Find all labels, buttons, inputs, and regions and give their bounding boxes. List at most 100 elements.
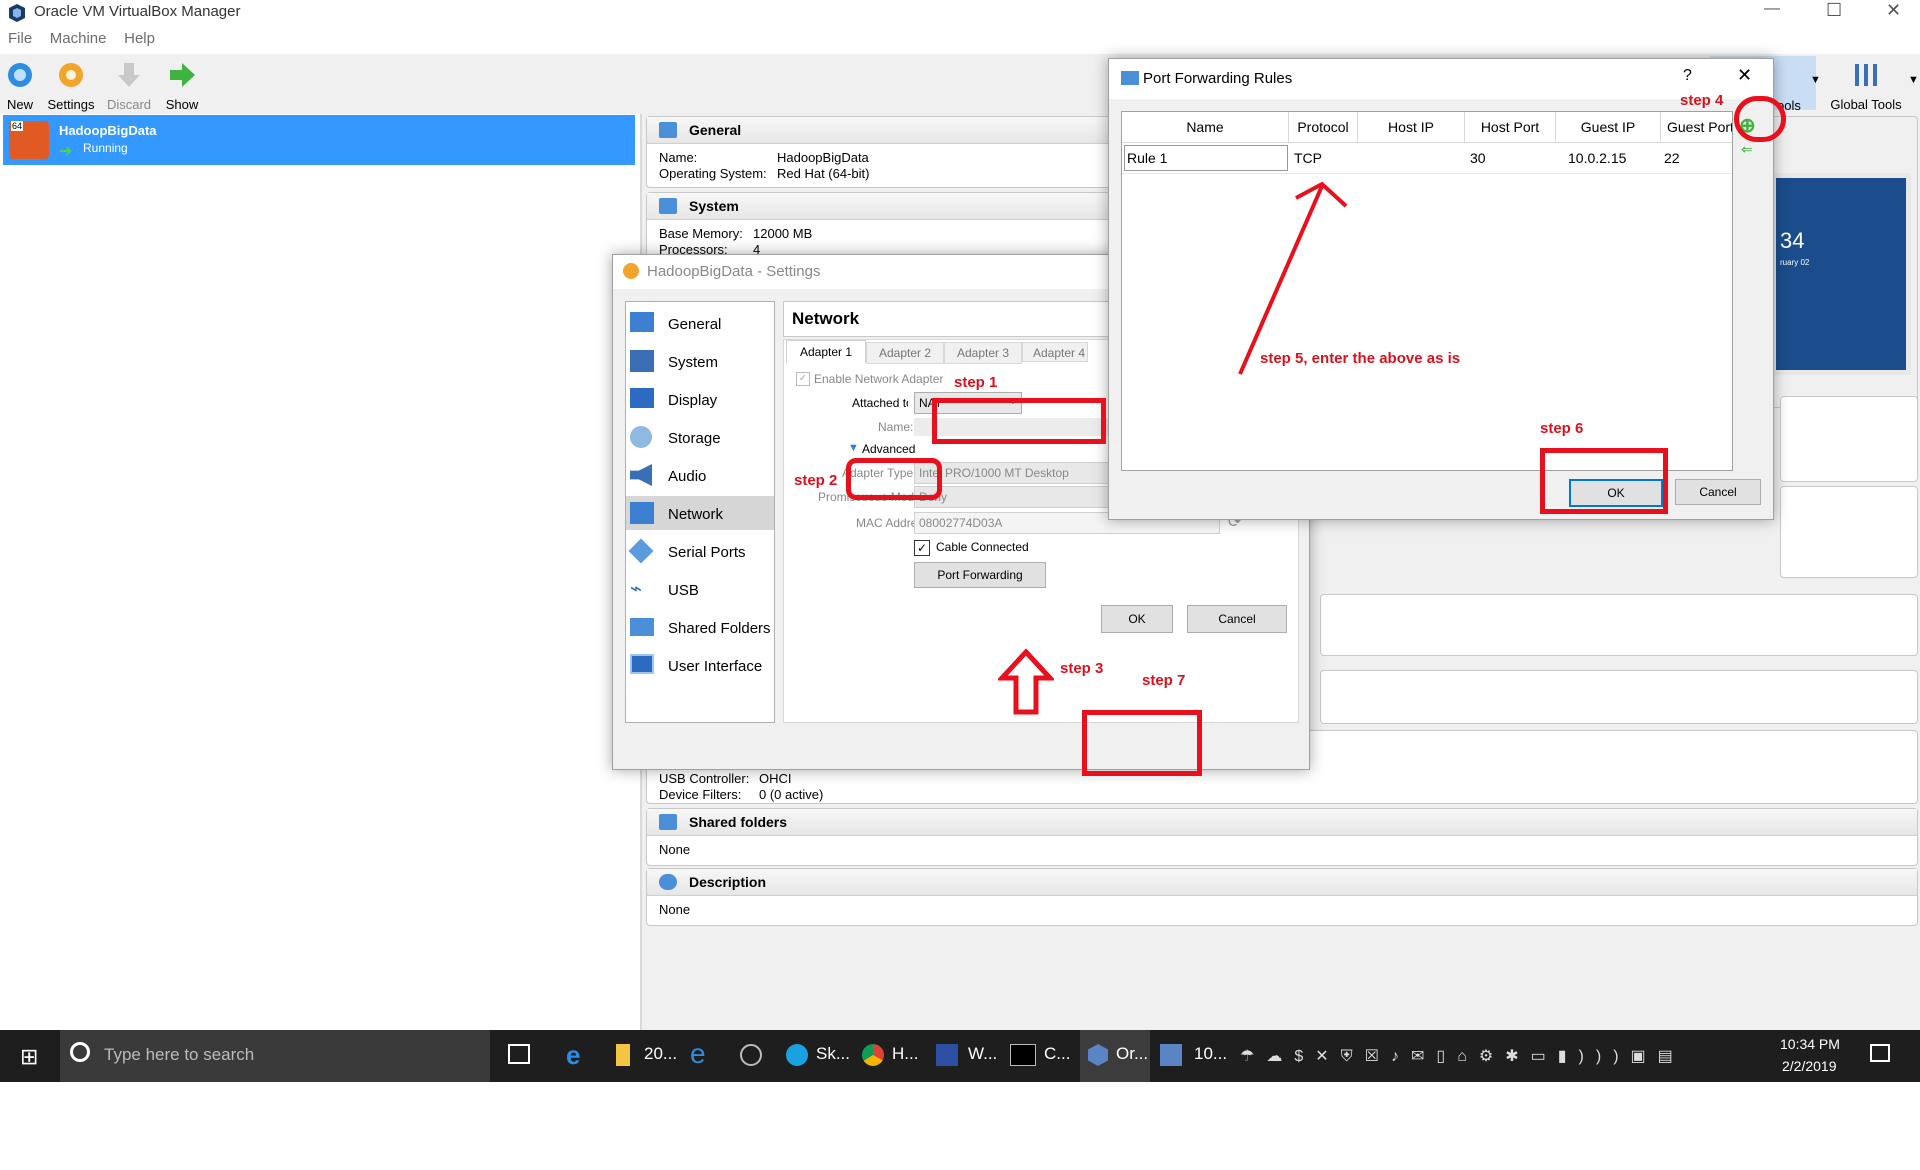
global-tools-label: Global Tools bbox=[1830, 97, 1902, 112]
nav-system[interactable]: System bbox=[626, 346, 774, 376]
chevron-down-icon[interactable]: ▼ bbox=[1810, 74, 1821, 86]
taskbar-app-virtualbox-active[interactable]: Or... bbox=[1080, 1030, 1150, 1082]
step6-highlight bbox=[1540, 448, 1668, 514]
taskbar-app-powershell[interactable]: W... bbox=[968, 1044, 997, 1064]
table-row[interactable]: Rule 1 TCP 30 10.0.2.15 22 bbox=[1122, 143, 1732, 174]
nav-storage[interactable]: Storage bbox=[626, 422, 774, 452]
file-explorer-icon[interactable] bbox=[616, 1044, 630, 1066]
window-icon bbox=[630, 654, 654, 674]
title-bar: Oracle VM VirtualBox Manager — ☐ ✕ bbox=[0, 0, 1920, 28]
expand-triangle-icon[interactable]: ▼ bbox=[848, 442, 859, 454]
usb-icon: ⌁ bbox=[630, 578, 643, 600]
menu-file[interactable]: File bbox=[8, 30, 32, 47]
os-value: Red Hat (64-bit) bbox=[777, 166, 870, 181]
edge-icon[interactable]: e bbox=[566, 1040, 580, 1071]
device-filters-value: 0 (0 active) bbox=[759, 787, 824, 802]
action-center-icon[interactable] bbox=[1870, 1044, 1890, 1062]
preview-clock: 34 bbox=[1780, 228, 1805, 253]
pf-title-bar: Port Forwarding Rules ? ✕ bbox=[1109, 59, 1773, 99]
col-guest-port[interactable]: Guest Port bbox=[1661, 112, 1732, 142]
ie-icon[interactable]: e bbox=[690, 1038, 706, 1070]
taskbar-app-explorer[interactable]: 20... bbox=[644, 1044, 677, 1064]
network-icon bbox=[1121, 71, 1139, 85]
tab-adapter-2[interactable]: Adapter 2 bbox=[866, 342, 944, 364]
network-icon bbox=[630, 502, 654, 524]
system-tray-icons[interactable]: ☂☁$✕⛨☒♪✉▯⌂⚙✱▭▮)))▣▤ bbox=[1240, 1046, 1685, 1066]
menu-help[interactable]: Help bbox=[124, 30, 155, 47]
taskbar-app-cmd[interactable]: C... bbox=[1044, 1044, 1070, 1064]
pf-cancel-button[interactable]: Cancel bbox=[1675, 479, 1761, 505]
help-button[interactable]: ? bbox=[1683, 67, 1692, 85]
nav-general[interactable]: General bbox=[626, 308, 774, 338]
cmd-icon[interactable] bbox=[1010, 1044, 1036, 1066]
page-title: Network bbox=[792, 309, 860, 328]
cell-guest-ip[interactable]: 10.0.2.15 bbox=[1568, 143, 1626, 173]
settings-button[interactable]: Settings bbox=[46, 60, 96, 112]
menu-machine[interactable]: Machine bbox=[50, 30, 107, 47]
clock-time[interactable]: 10:34 PM bbox=[1780, 1036, 1840, 1052]
cell-name[interactable]: Rule 1 bbox=[1124, 145, 1288, 171]
col-protocol[interactable]: Protocol bbox=[1289, 112, 1358, 142]
step4-label: step 4 bbox=[1680, 92, 1724, 109]
step2-highlight bbox=[846, 458, 942, 500]
new-button[interactable]: New bbox=[4, 60, 36, 112]
skype-icon[interactable] bbox=[786, 1044, 808, 1066]
serial-port-icon bbox=[628, 538, 654, 564]
network-section-partial bbox=[1320, 670, 1918, 724]
search-box[interactable]: Type here to search bbox=[60, 1030, 490, 1082]
close-button[interactable]: ✕ bbox=[1737, 65, 1752, 86]
task-view-icon[interactable] bbox=[508, 1044, 530, 1064]
nav-shared-folders[interactable]: Shared Folders bbox=[626, 612, 774, 642]
clock-date[interactable]: 2/2/2019 bbox=[1782, 1058, 1837, 1074]
disc-icon bbox=[630, 426, 652, 448]
nav-usb[interactable]: ⌁ USB bbox=[626, 574, 774, 604]
show-button[interactable]: Show bbox=[162, 60, 202, 112]
minimize-button[interactable]: — bbox=[1764, 0, 1780, 18]
step2-label: step 2 bbox=[794, 472, 838, 489]
virtualbox-icon bbox=[1088, 1044, 1108, 1066]
port-forwarding-button[interactable]: Port Forwarding bbox=[914, 562, 1046, 588]
remove-rule-icon[interactable]: ⇐ bbox=[1741, 141, 1753, 158]
global-tools-icon bbox=[1855, 64, 1877, 86]
nav-serial-ports[interactable]: Serial Ports bbox=[626, 536, 774, 566]
cable-connected-checkbox[interactable]: ✓ bbox=[914, 540, 930, 556]
taskbar-app-network[interactable]: 10... bbox=[1194, 1044, 1227, 1064]
enable-adapter-checkbox[interactable]: ✓ bbox=[796, 372, 810, 386]
col-name[interactable]: Name bbox=[1122, 112, 1289, 142]
shared-folders-header[interactable]: Shared folders bbox=[647, 809, 1917, 836]
nav-network[interactable]: Network bbox=[626, 496, 774, 530]
windows-start-icon[interactable]: ⊞ bbox=[20, 1044, 38, 1070]
taskbar-app-skype[interactable]: Sk... bbox=[816, 1044, 850, 1064]
global-tools-button[interactable]: Global Tools bbox=[1826, 60, 1906, 112]
powershell-icon[interactable] bbox=[936, 1044, 958, 1066]
nav-audio[interactable]: Audio bbox=[626, 460, 774, 490]
description-header[interactable]: Description bbox=[647, 869, 1917, 896]
nav-display[interactable]: Display bbox=[626, 384, 774, 414]
cortana-icon[interactable] bbox=[740, 1044, 762, 1066]
vm-list-item[interactable]: 64 HadoopBigData ➜ Running bbox=[3, 115, 635, 165]
tab-adapter-3[interactable]: Adapter 3 bbox=[944, 342, 1022, 364]
close-button[interactable]: ✕ bbox=[1886, 0, 1901, 21]
cell-guest-port[interactable]: 22 bbox=[1664, 143, 1680, 173]
maximize-button[interactable]: ☐ bbox=[1826, 0, 1842, 21]
chrome-icon[interactable] bbox=[862, 1044, 884, 1066]
cell-host-port[interactable]: 30 bbox=[1470, 143, 1486, 173]
discard-button[interactable]: Discard bbox=[104, 60, 154, 112]
arch-badge: 64 bbox=[11, 121, 24, 131]
settings-ok-button[interactable]: OK bbox=[1101, 605, 1173, 633]
settings-cancel-button[interactable]: Cancel bbox=[1187, 605, 1287, 633]
advanced-toggle[interactable]: Advanced bbox=[862, 442, 915, 456]
col-host-ip[interactable]: Host IP bbox=[1358, 112, 1465, 142]
network-window-icon[interactable] bbox=[1160, 1044, 1182, 1066]
taskbar-app-chrome[interactable]: H... bbox=[892, 1044, 918, 1064]
cell-protocol[interactable]: TCP bbox=[1294, 143, 1322, 173]
col-host-port[interactable]: Host Port bbox=[1465, 112, 1556, 142]
chevron-down-icon[interactable]: ▼ bbox=[1908, 74, 1919, 86]
tab-adapter-1[interactable]: Adapter 1 bbox=[786, 340, 866, 363]
settings-nav: General System Display Storage Audio Net… bbox=[625, 301, 775, 723]
folder-icon bbox=[659, 814, 677, 830]
display-section-partial bbox=[1780, 396, 1918, 482]
col-guest-ip[interactable]: Guest IP bbox=[1556, 112, 1661, 142]
tab-adapter-4[interactable]: Adapter 4 bbox=[1022, 342, 1088, 362]
nav-user-interface[interactable]: User Interface bbox=[626, 650, 774, 680]
